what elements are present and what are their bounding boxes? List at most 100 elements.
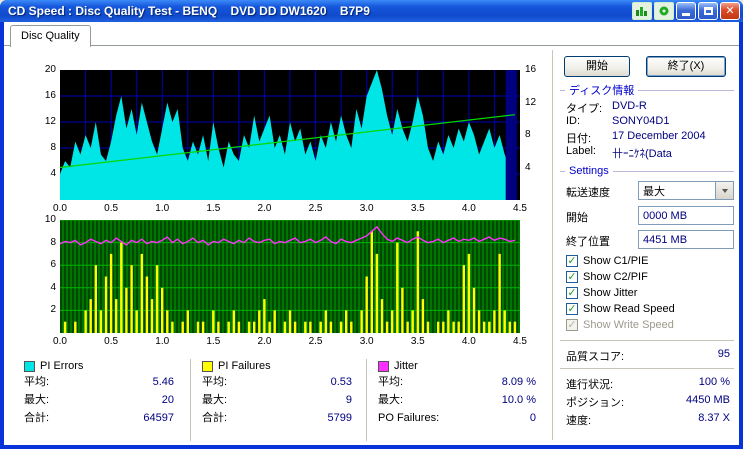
speed-label: 速度: bbox=[566, 415, 592, 427]
maximize-icon bbox=[703, 7, 713, 15]
axis-tick-label: 3.5 bbox=[410, 336, 425, 347]
transfer-speed-label: 転送速度 bbox=[566, 187, 610, 199]
checkbox-show-write-speed: ✓ Show Write Speed bbox=[566, 318, 674, 331]
minimize-icon bbox=[682, 13, 690, 16]
stat-group-title: Jitter bbox=[394, 360, 418, 372]
axis-tick-label: 2.0 bbox=[257, 336, 272, 347]
transfer-speed-select[interactable]: 最大 bbox=[638, 181, 734, 200]
start-button[interactable]: 開始 bbox=[564, 56, 630, 77]
axis-tick-label: 2 bbox=[50, 304, 56, 316]
app-window: CD Speed : Disc Quality Test - BENQ DVD … bbox=[0, 0, 743, 449]
axis-tick-label: 0.5 bbox=[104, 203, 119, 214]
minimize-button[interactable] bbox=[676, 2, 696, 20]
tab-disc-quality[interactable]: Disc Quality bbox=[10, 25, 91, 47]
stat-value: 0 bbox=[529, 412, 536, 424]
disc-info-header-text: ディスク情報 bbox=[569, 85, 635, 97]
checkbox-label: Show Jitter bbox=[583, 286, 638, 299]
titlebar-buttons: ✕ bbox=[632, 2, 740, 20]
stat-label: 最大: bbox=[24, 394, 50, 406]
stat-label: 合計: bbox=[202, 412, 228, 424]
dropdown-arrow bbox=[721, 188, 728, 193]
axis-tick-label: 1.5 bbox=[206, 336, 221, 347]
axis-tick-label: 2.5 bbox=[308, 203, 323, 214]
axis-tick-label: 8 bbox=[50, 236, 56, 248]
maximize-button[interactable] bbox=[698, 2, 718, 20]
disc-info-group-header: ディスク情報 bbox=[560, 82, 734, 98]
axis-tick-label: 12 bbox=[525, 96, 537, 108]
checkbox-box[interactable]: ✓ bbox=[566, 270, 578, 283]
stat-group-title: PI Errors bbox=[40, 360, 84, 372]
disc-icon[interactable] bbox=[654, 2, 674, 20]
stat-value: 8.09 % bbox=[501, 376, 536, 388]
disc-label-value: 卄ｰﾆｹﾈ(Data bbox=[612, 148, 672, 160]
panel-separator bbox=[560, 368, 734, 370]
group-header-rule bbox=[638, 89, 734, 91]
checkbox-label: Show Write Speed bbox=[583, 318, 674, 331]
client-area: Disc Quality 4 8 12 16 20 4 8 12 16 0.0 0.5 1.0 1.5 2… bbox=[4, 22, 739, 445]
pi-failures-swatch bbox=[202, 360, 213, 372]
stat-label: 最大: bbox=[202, 394, 228, 406]
chevron-down-icon[interactable] bbox=[715, 182, 733, 199]
axis-tick-label: 16 bbox=[525, 64, 537, 75]
stat-value: 9 bbox=[345, 394, 352, 406]
checkbox-label: Show C2/PIF bbox=[583, 270, 648, 283]
checkbox-show-c2-pif[interactable]: ✓ Show C2/PIF bbox=[566, 270, 648, 283]
axis-tick-label: 4 bbox=[50, 168, 56, 179]
stat-row: 合計: 64597 bbox=[24, 409, 174, 427]
settings-group-header: Settings bbox=[560, 165, 734, 177]
axis-tick-label: 8 bbox=[525, 129, 531, 140]
axis-tick-label: 12 bbox=[44, 116, 56, 127]
axis-tick-label: 4.5 bbox=[513, 203, 527, 214]
checkbox-box[interactable]: ✓ bbox=[566, 286, 578, 299]
pi-errors-swatch bbox=[24, 360, 35, 372]
axis-tick-label: 4.0 bbox=[461, 336, 476, 347]
axis-tick-label: 4.0 bbox=[461, 203, 476, 214]
progress-label: 進行状況: bbox=[566, 379, 614, 391]
axis-tick-label: 20 bbox=[44, 64, 56, 75]
checkbox-box: ✓ bbox=[566, 318, 578, 331]
axis-tick-label: 0.0 bbox=[53, 203, 67, 214]
stat-value: 0.53 bbox=[330, 376, 352, 388]
axis-tick-label: 8 bbox=[50, 142, 56, 153]
checkbox-box[interactable]: ✓ bbox=[566, 302, 578, 315]
axis-tick-label: 3.0 bbox=[359, 203, 374, 214]
panel-separator bbox=[560, 340, 734, 342]
stat-group-jitter: Jitter 平均: 8.09 % 最大: 10.0 % PO Failures: 0 bbox=[378, 359, 536, 427]
end-position-field[interactable]: 4451 MB bbox=[638, 230, 734, 249]
disc-date-label: 日付: bbox=[566, 133, 592, 145]
checkbox-show-c1-pie[interactable]: ✓ Show C1/PIE bbox=[566, 254, 648, 267]
checkbox-label: Show C1/PIE bbox=[583, 254, 649, 267]
stat-row: 最大: 20 bbox=[24, 391, 174, 409]
stat-label: 平均: bbox=[202, 376, 228, 388]
window-title: CD Speed : Disc Quality Test - BENQ DVD … bbox=[8, 4, 370, 18]
stat-group-title: PI Failures bbox=[218, 360, 271, 372]
stat-label: PO Failures: bbox=[378, 412, 440, 424]
axis-tick-label: 4 bbox=[50, 281, 56, 293]
axis-tick-label: 3.5 bbox=[410, 203, 425, 214]
checkbox-show-read-speed[interactable]: ✓ Show Read Speed bbox=[566, 302, 675, 315]
axis-tick-label: 4.5 bbox=[513, 336, 527, 347]
axis-tick-label: 2.5 bbox=[308, 336, 323, 347]
disc-type-label: タイプ: bbox=[566, 103, 603, 115]
transfer-speed-value: 最大 bbox=[643, 185, 665, 198]
axis-tick-label: 1.0 bbox=[155, 203, 170, 214]
disc-id-value: SONY04D1 bbox=[612, 115, 670, 127]
stat-label: 合計: bbox=[24, 412, 50, 424]
checkbox-box[interactable]: ✓ bbox=[566, 254, 578, 267]
stat-label: 平均: bbox=[24, 376, 50, 388]
stat-group-pi-failures: PI Failures 平均: 0.53 最大: 9 合計: 5799 bbox=[202, 359, 352, 427]
jitter-swatch bbox=[378, 360, 389, 372]
exit-button[interactable]: 終了(X) bbox=[646, 56, 726, 77]
stat-value: 5799 bbox=[327, 412, 352, 424]
stat-row: 最大: 9 bbox=[202, 391, 352, 409]
start-position-field[interactable]: 0000 MB bbox=[638, 206, 734, 225]
tab-page-border bbox=[4, 45, 739, 46]
titlebar[interactable]: CD Speed : Disc Quality Test - BENQ DVD … bbox=[0, 0, 743, 22]
end-position-label: 終了位置 bbox=[566, 236, 610, 248]
close-button[interactable]: ✕ bbox=[720, 2, 740, 20]
checkbox-show-jitter[interactable]: ✓ Show Jitter bbox=[566, 286, 637, 299]
chart-icon[interactable] bbox=[632, 2, 652, 20]
settings-header-text: Settings bbox=[569, 165, 609, 177]
stat-group-pi-errors: PI Errors 平均: 5.46 最大: 20 合計: 64597 bbox=[24, 359, 174, 427]
axis-tick-label: 1.0 bbox=[155, 336, 170, 347]
